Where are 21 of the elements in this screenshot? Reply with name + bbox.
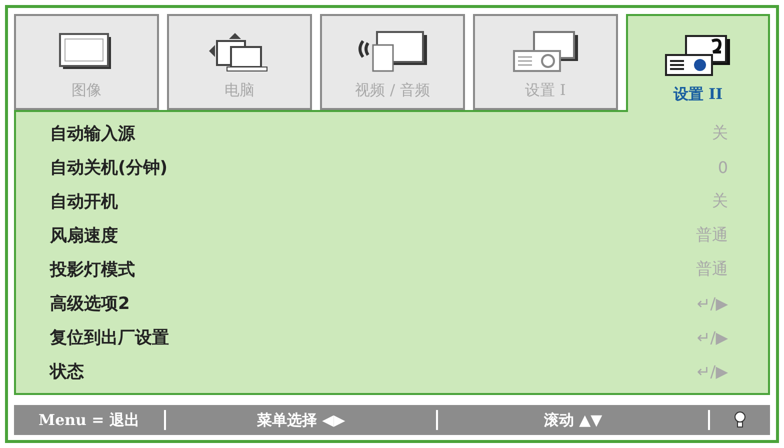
setting-label[interactable]: 高级选项2 (50, 292, 130, 315)
setting-value: 普通 (696, 258, 728, 280)
setting-label[interactable]: 投影灯模式 (50, 258, 135, 281)
setting-label[interactable]: 自动开机 (50, 190, 118, 214)
setting-label[interactable]: 自动关机(分钟) (50, 156, 168, 180)
setting-value: 普通 (696, 225, 728, 246)
setting-value: 关 (712, 191, 728, 212)
setting-value: 0 (718, 158, 728, 178)
setting-value: 关 (712, 123, 728, 144)
menu-tab[interactable]: 设置 II (626, 14, 770, 112)
setting-label[interactable]: 状态 (50, 360, 84, 383)
status-hint: 滚动 ▲▼ (542, 410, 604, 430)
status-hint: 菜单选择 ◀▶ (256, 410, 346, 430)
setting-value: ↵/▶ (696, 294, 728, 313)
setting-value: ↵/▶ (696, 362, 728, 381)
setting-label[interactable]: 自动输入源 (50, 122, 135, 146)
setting-value: ↵/▶ (696, 328, 728, 347)
lightbulb-icon (734, 411, 746, 429)
setting-label[interactable]: 风扇速度 (50, 224, 118, 248)
setting-label[interactable]: 复位到出厂设置 (50, 326, 169, 349)
status-hint: Menu = 退出 (38, 410, 140, 430)
